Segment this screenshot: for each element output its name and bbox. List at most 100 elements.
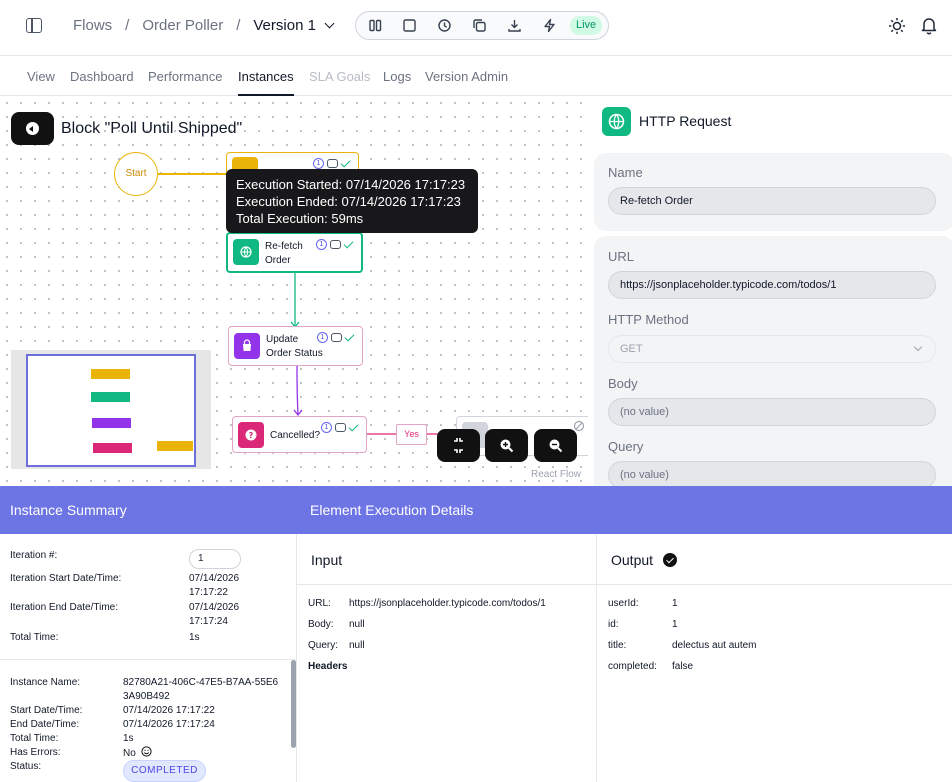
http-method-value: GET [620, 343, 643, 355]
tab-version-admin[interactable]: Version Admin [425, 69, 508, 84]
sidebar-toggle-icon[interactable] [26, 18, 42, 33]
summary-scrollbar[interactable] [291, 660, 296, 748]
check-circle-icon [663, 553, 677, 567]
tab-view[interactable]: View [27, 69, 55, 84]
minimap-node [91, 369, 130, 379]
instance-summary-title: Instance Summary [10, 502, 127, 518]
tab-dashboard[interactable]: Dashboard [70, 69, 134, 84]
edge-label-yes: Yes [396, 424, 427, 445]
breadcrumb-separator: / [236, 17, 241, 34]
breadcrumb-flow-name[interactable]: Order Poller [142, 17, 223, 34]
message-icon [335, 423, 346, 432]
output-key: completed: [608, 661, 657, 672]
output-value: delectus aut autem [672, 640, 757, 651]
query-input[interactable]: (no value) [608, 461, 936, 486]
message-icon [331, 333, 342, 342]
zoom-in-button[interactable] [485, 429, 528, 462]
minimap[interactable] [11, 350, 211, 469]
breadcrumb-flows[interactable]: Flows [73, 17, 112, 34]
iteration-badge: 1 [316, 239, 327, 250]
tooltip-started: Execution Started: 07/14/2026 17:17:23 [236, 177, 466, 192]
svg-text:?: ? [249, 431, 254, 440]
react-flow-attribution[interactable]: React Flow [531, 469, 581, 480]
instance-summary: Iteration #: 1 Iteration Start Date/Time… [0, 534, 297, 782]
globe-icon [233, 239, 259, 265]
output-header: Output [597, 534, 952, 585]
section-header-band: Instance Summary Element Execution Detai… [0, 486, 952, 534]
columns-icon[interactable] [368, 18, 383, 33]
start-label: Start Date/Time: [10, 705, 83, 716]
tab-performance[interactable]: Performance [148, 69, 222, 84]
body-input[interactable]: (no value) [608, 398, 936, 426]
node-update-order-status[interactable]: Update Order Status 1 [228, 326, 363, 366]
flow-canvas[interactable]: Block "Poll Until Shipped" Start 1 Re-fe… [0, 96, 588, 486]
name-input[interactable]: Re-fetch Order [608, 187, 936, 215]
node-cancelled[interactable]: ? Cancelled? 1 [232, 416, 367, 453]
sun-icon[interactable] [888, 17, 906, 35]
output-value: 1 [672, 598, 678, 609]
iteration-end-value: 07/14/2026 17:17:24 [189, 602, 240, 627]
total-time-2-label: Total Time: [10, 733, 59, 744]
question-icon: ? [238, 422, 264, 448]
iteration-badge: 1 [321, 422, 332, 433]
url-input[interactable]: https://jsonplaceholder.typicode.com/tod… [608, 271, 936, 299]
version-selector[interactable]: Version 1 [253, 17, 316, 34]
tab-logs[interactable]: Logs [383, 69, 411, 84]
smile-icon [140, 746, 152, 757]
http-method-label: HTTP Method [608, 312, 689, 327]
output-value: false [672, 661, 694, 672]
http-method-select[interactable]: GET [608, 335, 936, 363]
has-errors-value: No [123, 746, 152, 761]
input-title: Input [311, 552, 343, 568]
zoom-in-icon [500, 439, 514, 453]
copy-icon[interactable] [472, 18, 487, 33]
input-key: Body: [308, 619, 334, 630]
zoom-out-button[interactable] [534, 429, 577, 462]
end-value: 07/14/2026 17:17:24 [123, 719, 215, 730]
total-time-label: Total Time: [10, 632, 59, 643]
input-value: null [349, 619, 365, 630]
globe-icon [602, 107, 631, 136]
node-badges: 1 [321, 421, 361, 434]
node-badges: 1 [316, 238, 356, 251]
fit-view-button[interactable] [437, 429, 480, 462]
history-icon[interactable] [437, 18, 452, 33]
breadcrumb-separator: / [125, 17, 130, 34]
bell-icon[interactable] [920, 16, 938, 35]
minimap-node [91, 392, 130, 402]
check-icon [348, 421, 359, 432]
node-badges: 1 [317, 331, 357, 344]
input-value: null [349, 640, 365, 651]
input-value: https://jsonplaceholder.typicode.com/tod… [349, 598, 546, 609]
panel-title: HTTP Request [639, 113, 732, 129]
chevron-down-icon [913, 342, 923, 352]
tab-sla-goals: SLA Goals [309, 69, 371, 84]
download-icon[interactable] [507, 18, 522, 33]
has-errors-label: Has Errors: [10, 747, 61, 758]
instance-name-value: 82780A21-406C-47E5-B7AA-55E63A90B492 [123, 677, 279, 702]
input-header: Input [297, 534, 596, 585]
status-label: Status: [10, 761, 42, 772]
divider [0, 659, 297, 660]
input-key: URL: [308, 598, 331, 609]
url-label: URL [608, 249, 635, 264]
tooltip-ended: Execution Ended: 07/14/2026 17:17:23 [236, 194, 461, 209]
top-bar: Flows / Order Poller / Version 1 Live [0, 0, 952, 56]
properties-panel: HTTP Request Name Re-fetch Order URL htt… [588, 96, 952, 486]
element-details-title: Element Execution Details [310, 502, 474, 518]
lightning-icon[interactable] [542, 18, 557, 33]
output-key: id: [608, 619, 619, 630]
iteration-input[interactable]: 1 [189, 549, 241, 569]
tab-bar: View Dashboard Performance Instances SLA… [0, 56, 952, 96]
total-time-2-value: 1s [123, 733, 134, 744]
output-key: title: [608, 640, 627, 651]
iteration-start-value: 07/14/2026 17:17:22 [189, 573, 240, 598]
output-value: 1 [672, 619, 678, 630]
chevron-down-icon[interactable] [324, 18, 335, 29]
tab-instances[interactable]: Instances [238, 69, 294, 96]
square-icon[interactable] [402, 18, 417, 33]
input-headers-label: Headers [308, 661, 348, 672]
minimap-node [92, 418, 131, 428]
node-refetch-order[interactable]: Re-fetch Order 1 [226, 232, 363, 273]
node-label: Cancelled? [270, 430, 321, 441]
